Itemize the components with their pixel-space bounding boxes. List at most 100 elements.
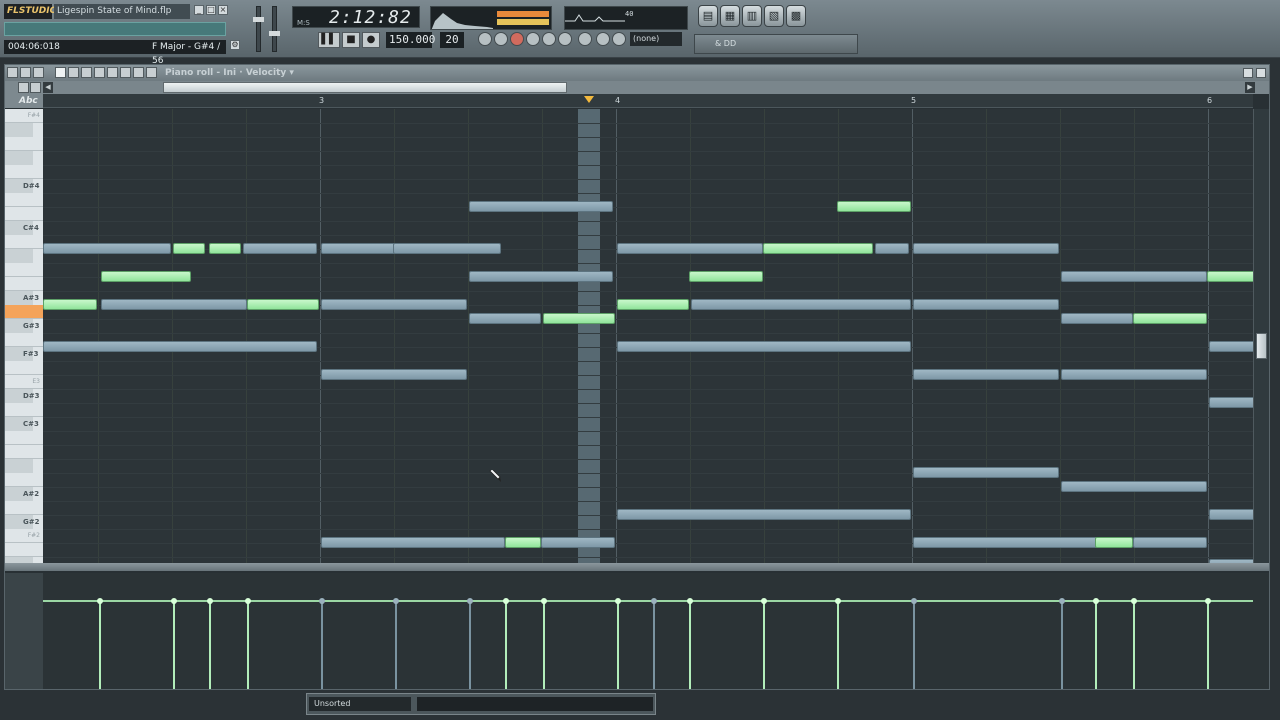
typing-keyboard-icon[interactable] <box>558 32 572 46</box>
ghost-note[interactable] <box>913 243 1059 254</box>
velocity-handle[interactable] <box>467 598 473 604</box>
stop-button[interactable]: ■ <box>342 32 360 48</box>
zoom-tool-icon[interactable] <box>133 67 144 78</box>
blend-icon[interactable] <box>542 32 556 46</box>
piano-key[interactable] <box>5 137 43 151</box>
playhead-marker[interactable] <box>584 96 594 103</box>
selected-note[interactable] <box>543 313 615 324</box>
piano-key[interactable]: G#2 <box>5 515 39 529</box>
ghost-note[interactable] <box>43 341 317 352</box>
pencil-tool-icon[interactable] <box>55 67 66 78</box>
tool-icon[interactable] <box>30 82 41 93</box>
velocity-handle[interactable] <box>319 598 325 604</box>
piano-key[interactable]: F#2 <box>5 529 43 543</box>
velocity-handle[interactable] <box>911 598 917 604</box>
velocity-handle[interactable] <box>541 598 547 604</box>
velocity-bar[interactable] <box>1095 601 1097 689</box>
snap-icon[interactable] <box>578 32 592 46</box>
scroll-left-icon[interactable]: ◀ <box>43 82 53 93</box>
mixer-icon[interactable]: ▩ <box>786 5 806 27</box>
piano-key[interactable] <box>5 361 43 375</box>
velocity-bar[interactable] <box>689 601 691 689</box>
song-time-display[interactable]: M:S 2:12:82 <box>292 6 420 28</box>
detach-icon[interactable] <box>1243 68 1253 78</box>
ghost-note[interactable] <box>1061 271 1207 282</box>
selected-note[interactable] <box>43 299 97 310</box>
piano-key[interactable] <box>5 459 33 473</box>
piano-key[interactable] <box>5 263 43 277</box>
velocity-lane[interactable] <box>43 573 1253 689</box>
velocity-handle[interactable] <box>207 598 213 604</box>
selected-note[interactable] <box>247 299 319 310</box>
step-edit-icon[interactable] <box>526 32 540 46</box>
piano-key[interactable] <box>5 235 43 249</box>
play-pause-button[interactable]: ▌▌ <box>318 32 340 48</box>
piano-key[interactable] <box>5 473 43 487</box>
piano-key[interactable]: D#4 <box>5 179 40 193</box>
velocity-handle[interactable] <box>1093 598 1099 604</box>
piano-key[interactable]: F#3 <box>5 347 39 361</box>
velocity-bar[interactable] <box>247 601 249 689</box>
ghost-note[interactable] <box>321 243 395 254</box>
piano-key[interactable] <box>5 193 43 207</box>
note-grid[interactable] <box>43 109 1253 563</box>
velocity-handle[interactable] <box>245 598 251 604</box>
ghost-note[interactable] <box>913 537 1097 548</box>
velocity-bar[interactable] <box>395 601 397 689</box>
velocity-handle[interactable] <box>835 598 841 604</box>
velocity-bar[interactable] <box>209 601 211 689</box>
piano-key[interactable] <box>5 431 43 445</box>
piano-key[interactable]: E3 <box>5 375 43 389</box>
playlist-icon[interactable]: ▤ <box>698 5 718 27</box>
close-icon[interactable]: × <box>218 5 228 15</box>
wait-input-icon[interactable] <box>612 32 626 46</box>
velocity-handle[interactable] <box>687 598 693 604</box>
ghost-note[interactable] <box>691 299 911 310</box>
minimize-icon[interactable]: _ <box>194 5 204 15</box>
selected-note[interactable] <box>1095 537 1133 548</box>
selected-note[interactable] <box>1207 271 1253 282</box>
browser-icon[interactable]: ▧ <box>764 5 784 27</box>
ghost-note[interactable] <box>1061 481 1207 492</box>
velocity-bar[interactable] <box>1061 601 1063 689</box>
velocity-handle[interactable] <box>615 598 621 604</box>
piano-key[interactable] <box>5 249 33 263</box>
record-button[interactable]: ● <box>362 32 380 48</box>
slice-tool-icon[interactable] <box>107 67 118 78</box>
piano-key[interactable] <box>5 501 43 515</box>
select-tool-icon[interactable] <box>120 67 131 78</box>
velocity-bar[interactable] <box>99 601 101 689</box>
velocity-bar[interactable] <box>763 601 765 689</box>
piano-key[interactable] <box>5 277 43 291</box>
velocity-handle[interactable] <box>761 598 767 604</box>
ghost-note[interactable] <box>617 341 911 352</box>
tempo-display[interactable]: 150.000 <box>386 32 435 48</box>
playback-tool-icon[interactable] <box>146 67 157 78</box>
ghost-note[interactable] <box>617 509 911 520</box>
velocity-handle[interactable] <box>393 598 399 604</box>
mute-tool-icon[interactable] <box>94 67 105 78</box>
piano-keyboard[interactable]: F#4 D#4 C#4 A#3 G#3 F#3 E3 D#3 C#3 A#2 G#2 F#2 <box>5 109 43 563</box>
ghost-note[interactable] <box>1209 397 1253 408</box>
piano-key[interactable] <box>5 543 43 557</box>
ghost-note[interactable] <box>617 243 763 254</box>
selected-note[interactable] <box>1133 313 1207 324</box>
vertical-scroll-thumb[interactable] <box>1256 333 1267 359</box>
master-volume-slider[interactable] <box>253 6 264 52</box>
piano-roll-title[interactable]: Piano roll - Ini · Velocity ▾ <box>165 65 294 81</box>
velocity-bar[interactable] <box>837 601 839 689</box>
velocity-bar[interactable] <box>505 601 507 689</box>
piano-key[interactable]: F#4 <box>5 109 43 123</box>
scroll-right-icon[interactable]: ▶ <box>1245 82 1255 93</box>
ghost-note[interactable] <box>321 537 505 548</box>
velocity-bar[interactable] <box>469 601 471 689</box>
ghost-note[interactable] <box>541 537 615 548</box>
piano-key[interactable] <box>5 305 43 319</box>
master-pitch-slider[interactable] <box>269 6 280 52</box>
piano-key[interactable] <box>5 207 43 221</box>
record-mode-icon[interactable] <box>510 32 524 46</box>
close-window-icon[interactable] <box>1256 68 1266 78</box>
velocity-handle[interactable] <box>171 598 177 604</box>
velocity-bar[interactable] <box>913 601 915 689</box>
ghost-note[interactable] <box>469 313 541 324</box>
